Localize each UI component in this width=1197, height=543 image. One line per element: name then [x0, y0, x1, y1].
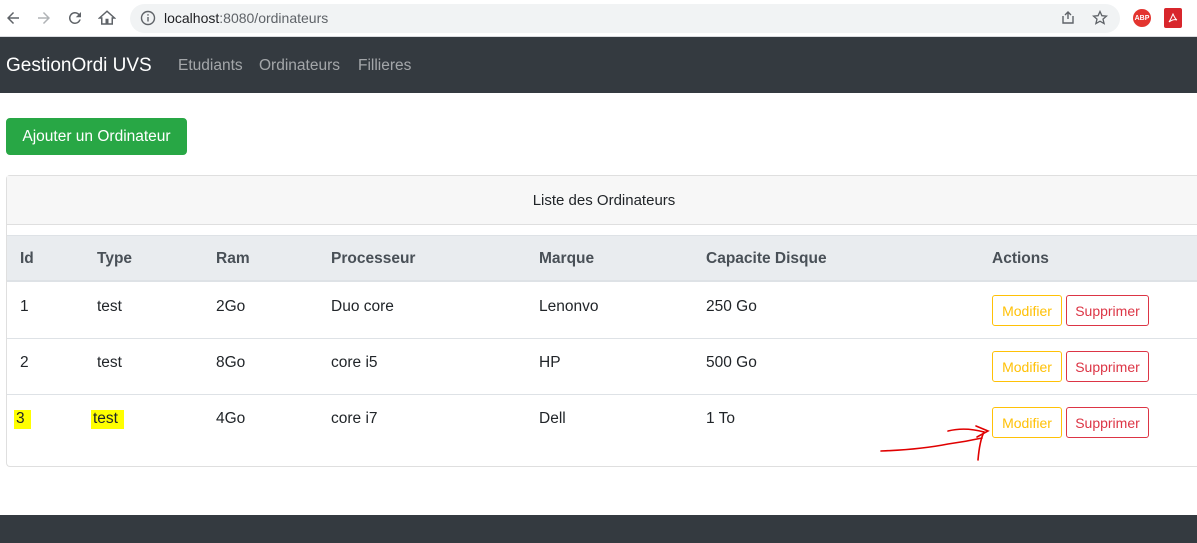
home-icon[interactable]: [96, 7, 118, 29]
cell-processeur: core i7: [331, 410, 378, 427]
cell-ram: 2Go: [216, 298, 246, 315]
computers-card: Liste des Ordinateurs Id Type Ram Proces…: [6, 175, 1197, 467]
annotation-arrow-icon: [880, 425, 990, 461]
cell-ram: 8Go: [216, 354, 246, 371]
nav-link-ordinateurs[interactable]: Ordinateurs: [259, 57, 340, 75]
cell-capacite: 250 Go: [706, 298, 757, 315]
cell-marque: Dell: [539, 410, 566, 427]
cell-id: 1: [20, 298, 29, 315]
add-computer-button[interactable]: Ajouter un Ordinateur: [6, 118, 187, 155]
cell-processeur: Duo core: [331, 298, 394, 315]
url-host: localhost: [164, 10, 220, 26]
url-text[interactable]: localhost:8080/ordinateurs: [164, 10, 328, 26]
column-header-processeur: Processeur: [331, 250, 416, 267]
cell-capacite: 1 To: [706, 410, 736, 427]
column-header-marque: Marque: [539, 250, 595, 267]
column-header-actions: Actions: [992, 250, 1049, 267]
table-row: 3 test 4Go core i7 Dell 1 To Modifier Su…: [7, 395, 1197, 451]
forward-icon[interactable]: [33, 7, 55, 29]
cell-type: test: [91, 410, 124, 429]
page-footer: [0, 515, 1197, 543]
column-header-capacite: Capacite Disque: [706, 250, 827, 267]
nav-link-fillieres[interactable]: Fillieres: [358, 57, 411, 75]
brand-link[interactable]: GestionOrdi UVS: [6, 55, 152, 77]
highlighted-id: 3: [14, 410, 31, 429]
delete-button[interactable]: Supprimer: [1066, 407, 1149, 438]
table-header: Id Type Ram Processeur Marque Capacite D…: [7, 235, 1197, 282]
column-header-ram: Ram: [216, 250, 250, 267]
cell-marque: HP: [539, 354, 561, 371]
delete-button[interactable]: Supprimer: [1066, 351, 1149, 382]
highlighted-type: test: [91, 410, 124, 429]
edit-button[interactable]: Modifier: [992, 295, 1062, 326]
share-icon[interactable]: [1060, 10, 1076, 26]
app-navbar: GestionOrdi UVS Etudiants Ordinateurs Fi…: [0, 37, 1197, 93]
browser-toolbar: localhost:8080/ordinateurs ABP: [0, 0, 1197, 37]
cell-processeur: core i5: [331, 354, 378, 371]
cell-id: 3: [14, 410, 31, 429]
column-header-type: Type: [97, 250, 133, 267]
column-header-id: Id: [20, 250, 34, 267]
star-icon[interactable]: [1091, 9, 1109, 26]
card-title: Liste des Ordinateurs: [7, 176, 1197, 225]
info-icon[interactable]: [140, 10, 156, 26]
edit-button[interactable]: Modifier: [992, 407, 1062, 438]
cell-type: test: [97, 354, 122, 371]
edit-button[interactable]: Modifier: [992, 351, 1062, 382]
address-bar[interactable]: localhost:8080/ordinateurs: [130, 4, 1120, 33]
nav-link-etudiants[interactable]: Etudiants: [178, 57, 243, 75]
url-path: :8080/ordinateurs: [219, 10, 329, 26]
table-row: 2 test 8Go core i5 HP 500 Go Modifier Su…: [7, 339, 1197, 395]
cell-type: test: [97, 298, 122, 315]
adblock-icon[interactable]: ABP: [1133, 9, 1151, 27]
back-icon[interactable]: [2, 7, 24, 29]
cell-ram: 4Go: [216, 410, 246, 427]
pdf-icon[interactable]: [1164, 8, 1182, 28]
table-row: 1 test 2Go Duo core Lenonvo 250 Go Modif…: [7, 283, 1197, 339]
reload-icon[interactable]: [64, 7, 86, 29]
delete-button[interactable]: Supprimer: [1066, 295, 1149, 326]
cell-capacite: 500 Go: [706, 354, 757, 371]
cell-id: 2: [20, 354, 29, 371]
cell-marque: Lenonvo: [539, 298, 599, 315]
